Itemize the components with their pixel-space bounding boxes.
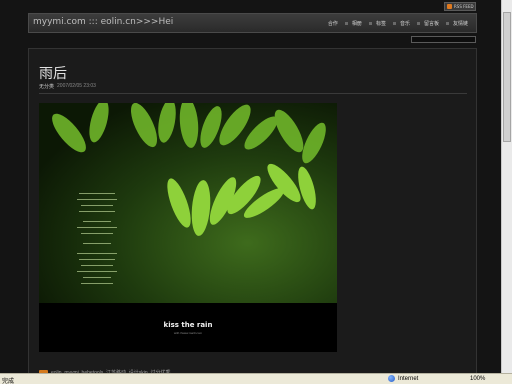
nav-item-cooperation[interactable]: 合作 xyxy=(328,20,338,27)
zone-label: Internet xyxy=(398,375,419,382)
browser-page: RSS FEED myymi.com ::: eolin.cn>>>Hei 合作… xyxy=(0,0,512,384)
post-title[interactable]: 雨后 xyxy=(39,63,67,83)
rss-feed-link[interactable]: RSS FEED xyxy=(444,2,476,11)
post-category[interactable]: 无分类 xyxy=(39,83,54,90)
nav-bullet-icon xyxy=(445,22,449,25)
nav-item-label: 留言板 xyxy=(423,21,439,27)
site-header: myymi.com ::: eolin.cn>>>Hei 合作 相册 标签 音乐… xyxy=(28,13,477,33)
nav-item-album[interactable]: 相册 xyxy=(344,20,362,27)
main-nav: 合作 相册 标签 音乐 留言板 友情链 xyxy=(328,20,468,27)
image-caption: kiss the rain xyxy=(163,321,213,329)
leaves-illustration xyxy=(52,103,326,284)
leaves-photo xyxy=(39,103,337,303)
security-zone: Internet xyxy=(388,375,418,382)
nav-bullet-icon xyxy=(392,22,396,25)
zoom-control[interactable]: 100% xyxy=(470,376,485,382)
nav-bullet-icon xyxy=(368,22,372,25)
rss-icon xyxy=(447,4,452,9)
nav-item-label: 友情链 xyxy=(452,21,468,27)
divider xyxy=(39,93,467,94)
site-title[interactable]: myymi.com ::: eolin.cn>>>Hei xyxy=(33,17,173,27)
nav-bullet-icon xyxy=(416,22,420,25)
nav-item-tags[interactable]: 标签 xyxy=(368,20,386,27)
rss-label: RSS FEED xyxy=(454,4,474,9)
post-meta: 无分类 2007/02/05 23:03 xyxy=(39,83,96,90)
status-text: 完成 xyxy=(2,379,15,384)
vertical-scrollbar[interactable] xyxy=(501,0,512,373)
nav-item-label: 合作 xyxy=(327,21,338,27)
post-image: kiss the rain with //www.ma3r.com xyxy=(39,103,337,352)
status-bar: 完成 Internet 100% xyxy=(0,373,512,384)
nav-item-label: 标签 xyxy=(375,21,386,27)
image-subcaption: with //www.ma3r.com xyxy=(173,331,203,335)
nav-item-links[interactable]: 友情链 xyxy=(445,20,468,27)
globe-icon xyxy=(388,375,395,382)
nav-item-guestbook[interactable]: 留言板 xyxy=(416,20,439,27)
post-datetime: 2007/02/05 23:03 xyxy=(57,83,96,89)
nav-item-music[interactable]: 音乐 xyxy=(392,20,410,27)
post-container: 雨后 无分类 2007/02/05 23:03 kiss the rain wi… xyxy=(28,48,477,384)
search-input[interactable] xyxy=(411,36,476,43)
nav-item-label: 音乐 xyxy=(399,21,410,27)
zoom-level: 100% xyxy=(470,376,486,382)
nav-bullet-icon xyxy=(344,22,348,25)
nav-item-label: 相册 xyxy=(351,21,362,27)
scrollbar-thumb[interactable] xyxy=(503,12,511,142)
